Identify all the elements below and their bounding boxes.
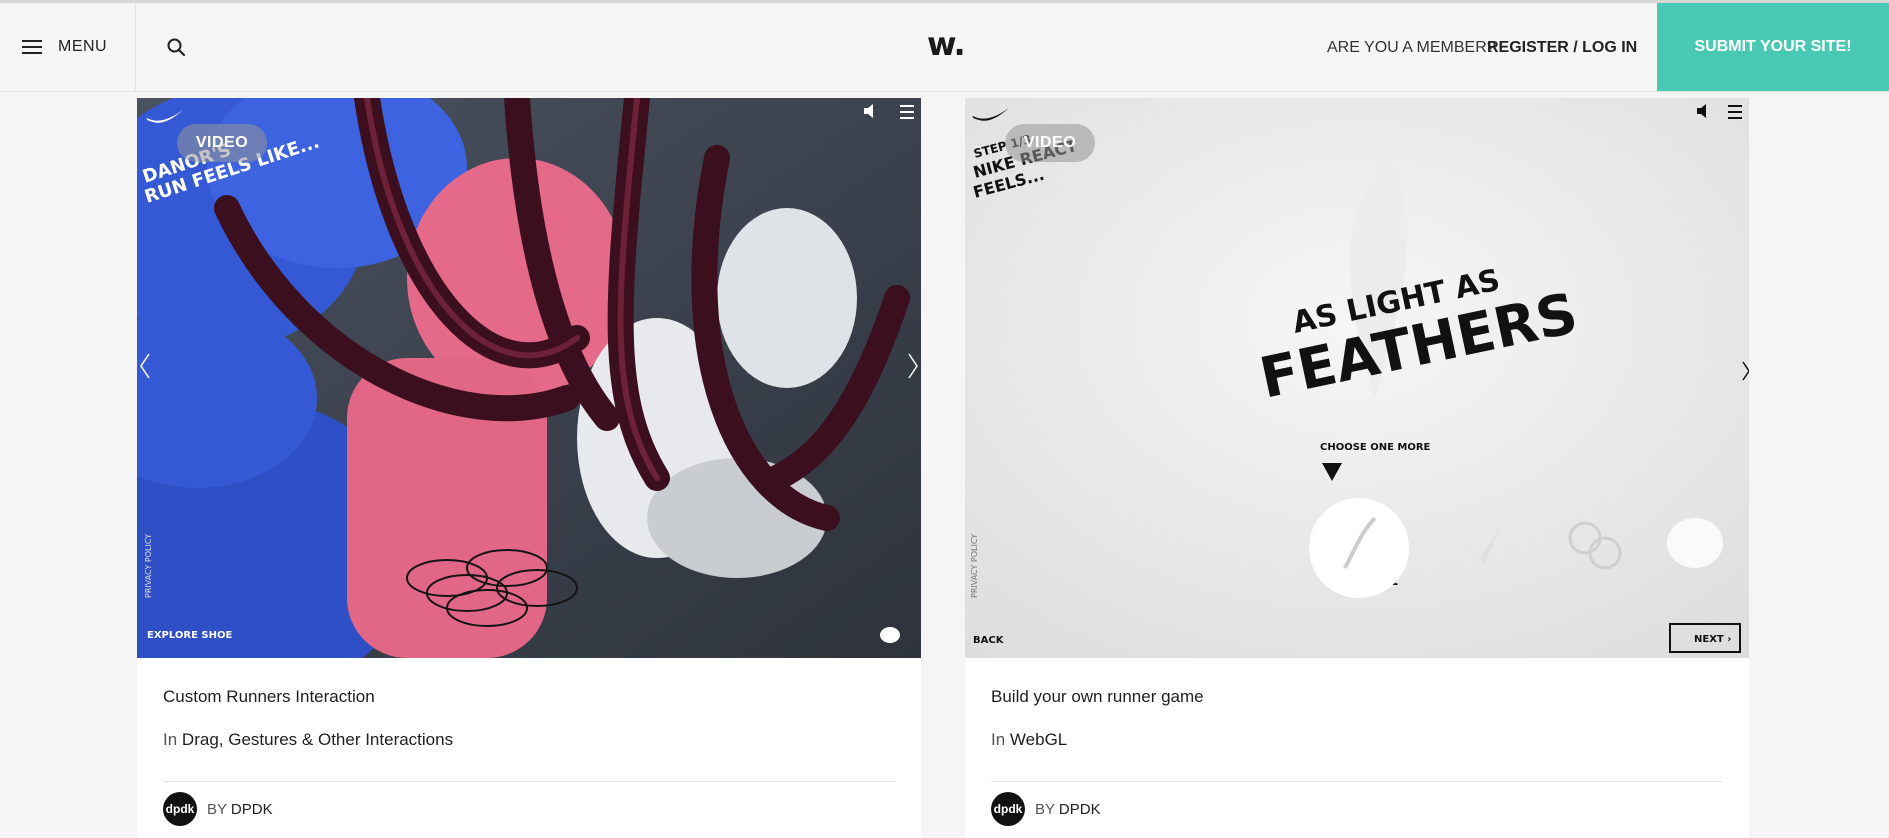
category-link[interactable]: Drag, Gestures & Other Interactions — [182, 730, 453, 749]
avatar: dpdk — [163, 792, 197, 826]
card-category: In Drag, Gestures & Other Interactions — [163, 730, 453, 750]
project-card: DANOR'S RUN FEELS LIKE... PRIVACY POLICY… — [137, 98, 921, 838]
svg-text:PRIVACY POLICY: PRIVACY POLICY — [970, 534, 979, 598]
project-card: STEP 1/3 NIKE REACT FEELS... AS LIGHT AS… — [965, 98, 1749, 838]
card-title[interactable]: Build your own runner game — [991, 687, 1204, 707]
svg-text:BACK: BACK — [973, 635, 1005, 646]
author-name[interactable]: DPDK — [1059, 801, 1101, 818]
avatar: dpdk — [991, 792, 1025, 826]
svg-text:NEXT ›: NEXT › — [1694, 634, 1731, 645]
card-author[interactable]: dpdk BY DPDK — [991, 792, 1101, 826]
category-link[interactable]: WebGL — [1010, 730, 1067, 749]
divider — [991, 781, 1723, 782]
card-category: In WebGL — [991, 730, 1067, 750]
svg-text:EXPLORE SHOE: EXPLORE SHOE — [147, 630, 232, 641]
search-icon — [167, 38, 186, 57]
register-login-link[interactable]: REGISTER / LOG IN — [1487, 39, 1637, 57]
menu-label: MENU — [58, 38, 108, 55]
category-prefix: In — [163, 730, 178, 749]
author-text: BY DPDK — [1035, 801, 1101, 818]
card-preview-image[interactable]: STEP 1/3 NIKE REACT FEELS... AS LIGHT AS… — [965, 98, 1749, 658]
author-name[interactable]: DPDK — [231, 801, 273, 818]
video-badge: VIDEO — [1005, 124, 1095, 162]
search-button[interactable] — [136, 3, 216, 91]
site-logo[interactable]: w. — [927, 25, 966, 63]
site-header: MENU w. ARE YOU A MEMBER? REGISTER / LOG… — [0, 3, 1889, 92]
member-prompt: ARE YOU A MEMBER? — [1327, 39, 1496, 56]
card-author[interactable]: dpdk BY DPDK — [163, 792, 273, 826]
author-prefix: BY — [207, 800, 227, 818]
divider — [163, 781, 895, 782]
card-title[interactable]: Custom Runners Interaction — [163, 687, 375, 707]
category-prefix: In — [991, 730, 1006, 749]
svg-text:PRIVACY POLICY: PRIVACY POLICY — [144, 534, 153, 598]
author-text: BY DPDK — [207, 801, 273, 818]
menu-button[interactable]: MENU — [0, 3, 136, 91]
hamburger-icon — [22, 40, 42, 54]
svg-text:CHOOSE ONE MORE: CHOOSE ONE MORE — [1320, 442, 1431, 453]
video-badge: VIDEO — [177, 124, 267, 162]
card-preview-image[interactable]: DANOR'S RUN FEELS LIKE... PRIVACY POLICY… — [137, 98, 921, 658]
submit-site-button[interactable]: SUBMIT YOUR SITE! — [1657, 3, 1889, 91]
author-prefix: BY — [1035, 800, 1055, 818]
